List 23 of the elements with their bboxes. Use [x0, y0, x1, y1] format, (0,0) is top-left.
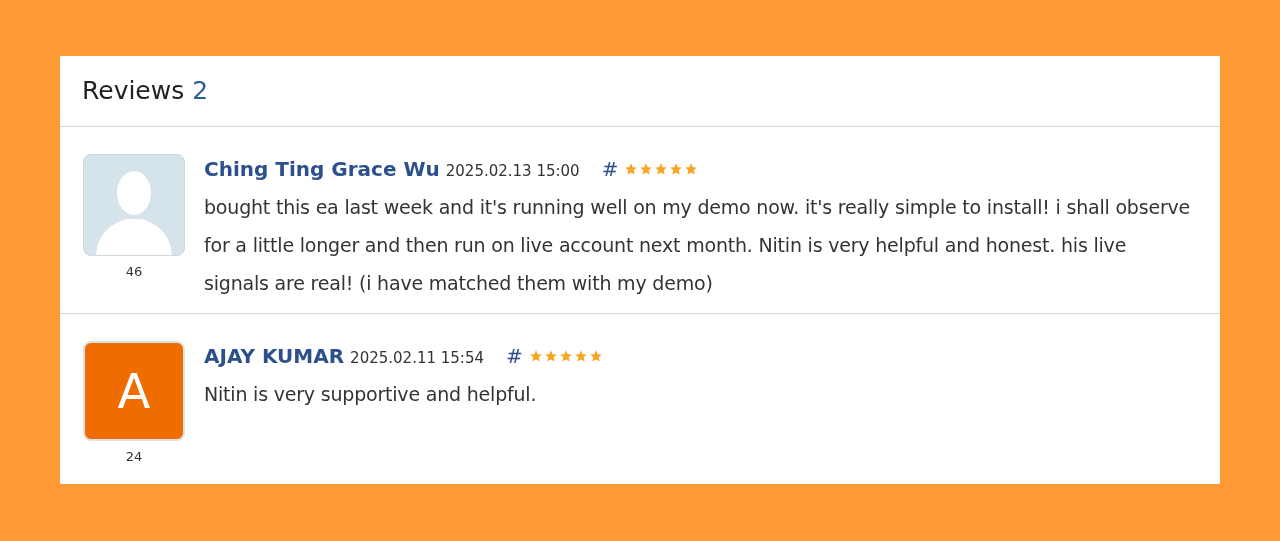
user-rating-count: 24 [125, 448, 143, 466]
user-rating-count: 46 [125, 263, 143, 281]
author-link[interactable]: Ching Ting Grace Wu [204, 154, 440, 184]
star-icon [528, 349, 543, 363]
review-date: 2025.02.13 15:00 [445, 161, 580, 182]
star-icon [588, 349, 603, 363]
star-icon [654, 162, 669, 176]
review-text: Nitin is very supportive and helpful. [204, 382, 538, 407]
star-icon [684, 162, 699, 176]
permalink[interactable]: # [601, 154, 619, 184]
star-icon [624, 162, 639, 176]
section-title: Reviews [82, 75, 185, 108]
star-icon [573, 349, 588, 363]
star-icon [669, 162, 684, 176]
author-link[interactable]: AJAY KUMAR [204, 341, 345, 371]
star-icon [558, 349, 573, 363]
star-icon [543, 349, 558, 363]
permalink[interactable]: # [506, 341, 523, 371]
review-count: 2 [192, 75, 209, 108]
review-text: bought this ea last week and it's running well on my demo now. it's really simple to install! i shall observe for a little longer and then run on live account next month. Nitin is very helpful and honest. his live signals are real! (i have matched them with my demo) [204, 195, 1192, 296]
star-icon [639, 162, 654, 176]
review-date: 2025.02.11 15:54 [350, 348, 484, 369]
avatar-letter: A [117, 362, 151, 421]
